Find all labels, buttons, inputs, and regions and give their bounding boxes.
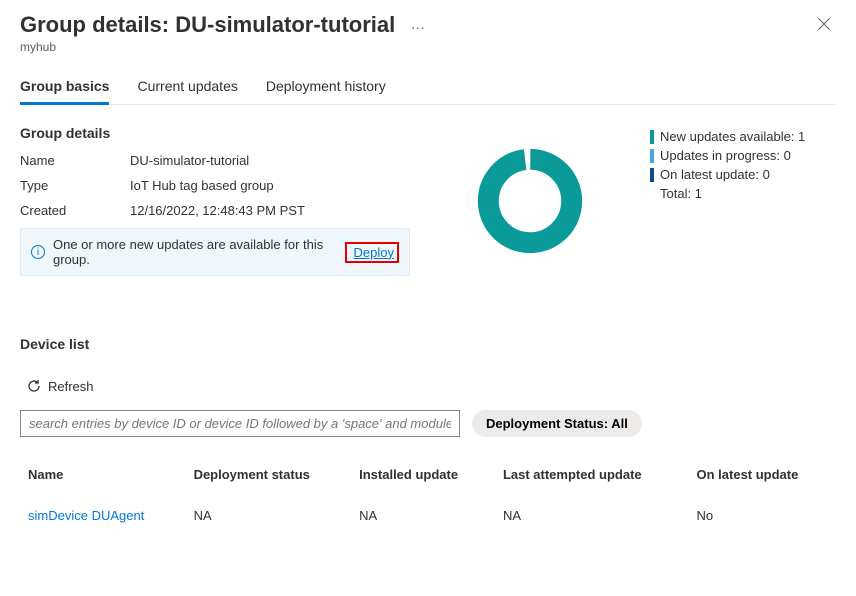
col-installed-update[interactable]: Installed update (351, 457, 495, 496)
more-icon[interactable]: ··· (411, 19, 425, 35)
deploy-link[interactable]: Deploy (354, 245, 394, 260)
created-value: 12/16/2022, 12:48:43 PM PST (130, 203, 410, 218)
device-table: Name Deployment status Installed update … (20, 457, 836, 535)
group-details-col: Group details Name DU-simulator-tutorial… (20, 125, 410, 276)
legend-total: Total: 1 (650, 186, 836, 201)
deploy-highlight: Deploy (345, 242, 399, 263)
swatch-latest-icon (650, 168, 654, 182)
col-name[interactable]: Name (20, 457, 186, 496)
filter-row: Deployment Status: All (20, 410, 836, 437)
group-details-row: Group details Name DU-simulator-tutorial… (20, 125, 836, 276)
tabs: Group basics Current updates Deployment … (20, 70, 836, 105)
group-details-title: Group details (20, 125, 410, 141)
donut-chart (450, 125, 610, 276)
type-label: Type (20, 178, 130, 193)
legend-in-progress: Updates in progress: 0 (650, 148, 836, 163)
table-header-row: Name Deployment status Installed update … (20, 457, 836, 496)
legend: New updates available: 1 Updates in prog… (650, 125, 836, 276)
legend-progress-label: Updates in progress: 0 (660, 148, 791, 163)
donut-svg (475, 146, 585, 256)
swatch-new-icon (650, 130, 654, 144)
tab-current-updates[interactable]: Current updates (137, 70, 237, 104)
legend-total-label: Total: 1 (660, 186, 702, 201)
search-input[interactable] (20, 410, 460, 437)
table-row: simDevice DUAgent NA NA NA No (20, 496, 836, 535)
device-name-link[interactable]: simDevice DUAgent (20, 496, 186, 535)
col-deployment-status[interactable]: Deployment status (186, 457, 352, 496)
header-left: Group details: DU-simulator-tutorial ···… (20, 12, 812, 54)
device-list-section: Device list Refresh Deployment Status: A… (20, 336, 836, 535)
cell-on-latest: No (689, 496, 837, 535)
field-type: Type IoT Hub tag based group (20, 178, 410, 193)
created-label: Created (20, 203, 130, 218)
legend-on-latest: On latest update: 0 (650, 167, 836, 182)
info-message: One or more new updates are available fo… (53, 237, 345, 267)
cell-last-attempted: NA (495, 496, 689, 535)
page-title: Group details: DU-simulator-tutorial (20, 12, 395, 37)
legend-new-label: New updates available: 1 (660, 129, 805, 144)
tab-deployment-history[interactable]: Deployment history (266, 70, 386, 104)
header: Group details: DU-simulator-tutorial ···… (20, 12, 836, 54)
name-label: Name (20, 153, 130, 168)
cell-deployment-status: NA (186, 496, 352, 535)
field-name: Name DU-simulator-tutorial (20, 153, 410, 168)
page-subtitle: myhub (20, 40, 812, 54)
legend-latest-label: On latest update: 0 (660, 167, 770, 182)
field-created: Created 12/16/2022, 12:48:43 PM PST (20, 203, 410, 218)
refresh-icon (26, 378, 42, 394)
info-bar: i One or more new updates are available … (20, 228, 410, 276)
close-icon[interactable] (812, 12, 836, 41)
type-value: IoT Hub tag based group (130, 178, 410, 193)
legend-new-updates: New updates available: 1 (650, 129, 836, 144)
cell-installed-update: NA (351, 496, 495, 535)
device-list-title: Device list (20, 336, 836, 352)
info-icon: i (31, 245, 45, 259)
name-value: DU-simulator-tutorial (130, 153, 410, 168)
refresh-button[interactable]: Refresh (26, 378, 94, 394)
refresh-label: Refresh (48, 379, 94, 394)
col-last-attempted[interactable]: Last attempted update (495, 457, 689, 496)
col-on-latest[interactable]: On latest update (689, 457, 837, 496)
swatch-progress-icon (650, 149, 654, 163)
tab-group-basics[interactable]: Group basics (20, 70, 109, 104)
deployment-status-filter[interactable]: Deployment Status: All (472, 410, 642, 437)
